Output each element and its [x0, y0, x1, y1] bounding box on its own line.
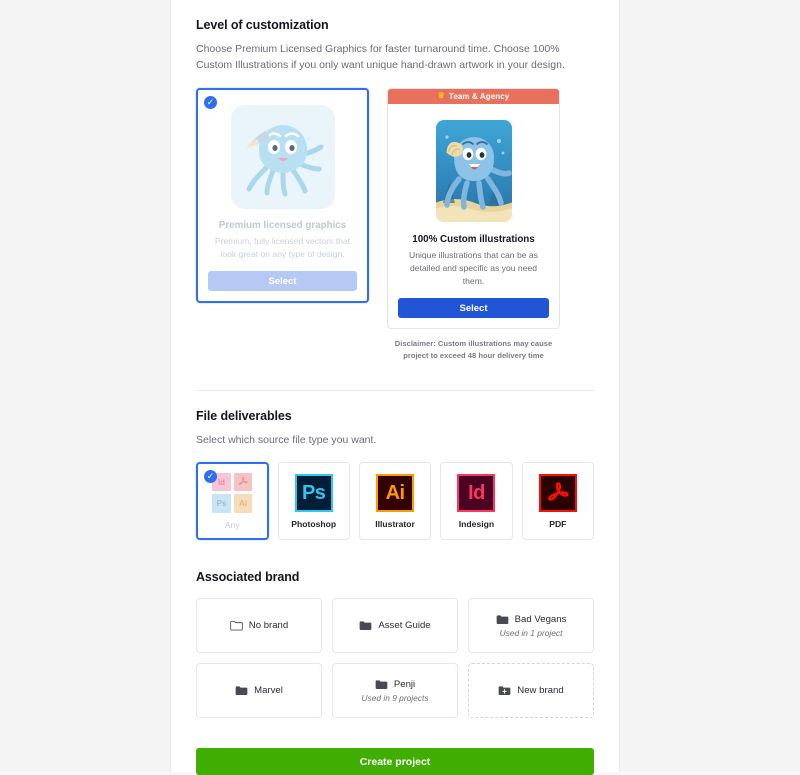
file-type-indesign-label: Indesign — [458, 518, 495, 529]
content-panel: Level of customization Choose Premium Li… — [170, 0, 620, 775]
folder-icon — [360, 621, 372, 631]
deliverables-subtitle: Select which source file type you want. — [196, 434, 377, 446]
file-type-photoshop-label: Photoshop — [291, 518, 337, 529]
file-type-any-label: Any — [224, 519, 240, 530]
file-type-illustrator[interactable]: Ai Illustrator — [358, 462, 432, 541]
customization-disclaimer: Disclaimer: Custom illustrations may cau… — [394, 339, 553, 361]
customization-title: Level of customization — [196, 18, 329, 32]
file-type-any[interactable]: ✓ Id Ps Ai Any — [196, 462, 269, 541]
brand-card-penji-line: Penji — [375, 679, 415, 690]
custom-illustration-wrap — [398, 116, 549, 226]
folder-icon — [496, 615, 508, 624]
brand-card-bad-vegans-note: Used in 1 project — [499, 627, 563, 638]
photoshop-icon: Ps — [294, 473, 333, 512]
brand-card-asset-guide-label: Asset Guide — [378, 620, 431, 632]
create-project-button[interactable]: Create project — [196, 748, 594, 775]
folder-outline-icon — [229, 621, 243, 631]
pdf-icon — [538, 473, 577, 512]
file-type-pdf[interactable]: PDF — [521, 462, 595, 541]
brand-card-no-brand[interactable]: No brand — [196, 598, 322, 654]
folder-icon — [235, 686, 248, 696]
customization-option-premium[interactable]: ✓ Premium licensed graphics Premium, ful… — [196, 87, 369, 304]
brand-card-penji-note: Used in 9 projects — [361, 692, 429, 703]
customization-option-premium-name: Premium licensed graphics — [218, 219, 347, 231]
deliverables-options: ✓ Id Ps Ai Any Ps Photoshop Ai Illustrat… — [196, 462, 595, 541]
octopus-shell-illustration — [434, 118, 513, 223]
brand-card-bad-vegans-label: Bad Vegans — [514, 613, 567, 625]
customization-options: ✓ Premium licensed graphics Premium, ful… — [196, 87, 594, 362]
brand-card-no-brand-line: No brand — [229, 620, 289, 632]
customization-subtitle: Choose Premium Licensed Graphics for fas… — [196, 43, 565, 72]
file-type-photoshop[interactable]: Ps Photoshop — [277, 462, 350, 541]
brand-card-new-brand-line: New brand — [498, 685, 564, 697]
mini-tile-ps: Ps — [212, 494, 231, 513]
customization-option-custom-wrapper: ♛ Team & Agency 100% Custom illustration… — [387, 87, 560, 362]
customization-option-custom-name: 100% Custom illustrations — [412, 233, 535, 245]
brand-card-marvel-label: Marvel — [254, 685, 283, 697]
illustrator-icon: Ai — [376, 473, 415, 512]
brand-card-marvel-line: Marvel — [235, 685, 283, 696]
page-root: Level of customization Choose Premium Li… — [0, 0, 800, 775]
brand-card-bad-vegans-line: Bad Vegans — [496, 613, 567, 625]
brand-card-asset-guide[interactable]: Asset Guide — [332, 598, 458, 654]
customization-option-premium-wrapper: ✓ Premium licensed graphics Premium, ful… — [196, 87, 369, 362]
file-type-pdf-label: PDF — [549, 518, 567, 529]
mini-tile-pdf — [233, 472, 253, 492]
team-agency-badge-label: Team & Agency — [448, 91, 510, 101]
any-grid-icon: Id Ps Ai — [212, 472, 253, 513]
customization-option-custom-desc: Unique illustrations that can be as deta… — [409, 249, 538, 287]
brand-card-asset-guide-line: Asset Guide — [359, 620, 431, 632]
deliverables-section: File deliverables Select which source fi… — [196, 390, 595, 541]
file-type-illustrator-label: Illustrator — [375, 518, 415, 529]
select-button-premium[interactable]: Select — [208, 271, 357, 292]
brand-card-new-brand-label: New brand — [517, 685, 564, 697]
brand-section: Associated brand No brand Asset Guide Ba… — [196, 540, 594, 775]
customization-section: Level of customization Choose Premium Li… — [196, 0, 594, 362]
check-icon: ✓ — [204, 95, 217, 109]
indesign-icon: Id — [457, 473, 496, 512]
folder-icon — [375, 680, 388, 689]
folder-plus-icon — [498, 686, 511, 696]
brand-card-penji[interactable]: Penji Used in 9 projects — [332, 663, 458, 719]
brand-card-penji-label: Penji — [393, 678, 416, 690]
customization-option-custom[interactable]: ♛ Team & Agency 100% Custom illustration… — [387, 87, 560, 330]
team-agency-badge: ♛ Team & Agency — [388, 88, 559, 104]
crown-icon: ♛ — [437, 91, 445, 101]
mini-tile-ai: Ai — [233, 494, 253, 513]
customization-option-premium-body: Premium licensed graphics Premium, fully… — [198, 90, 367, 302]
customization-option-premium-desc: Premium, fully licensed vectors that loo… — [214, 235, 351, 259]
customization-option-custom-body: 100% Custom illustrations Unique illustr… — [388, 104, 559, 329]
brand-card-no-brand-label: No brand — [248, 620, 289, 632]
select-button-custom[interactable]: Select — [398, 298, 549, 319]
brand-title: Associated brand — [196, 570, 300, 585]
premium-illustration-wrap — [208, 102, 357, 212]
brand-options: No brand Asset Guide Bad Vegans Used in … — [196, 598, 594, 719]
deliverables-title: File deliverables — [196, 409, 292, 423]
brand-card-bad-vegans[interactable]: Bad Vegans Used in 1 project — [468, 598, 594, 654]
octopus-paintbrush-illustration — [230, 104, 335, 209]
brand-card-marvel[interactable]: Marvel — [196, 663, 322, 719]
file-type-indesign[interactable]: Id Indesign — [440, 462, 513, 541]
brand-card-new-brand[interactable]: New brand — [468, 663, 594, 719]
